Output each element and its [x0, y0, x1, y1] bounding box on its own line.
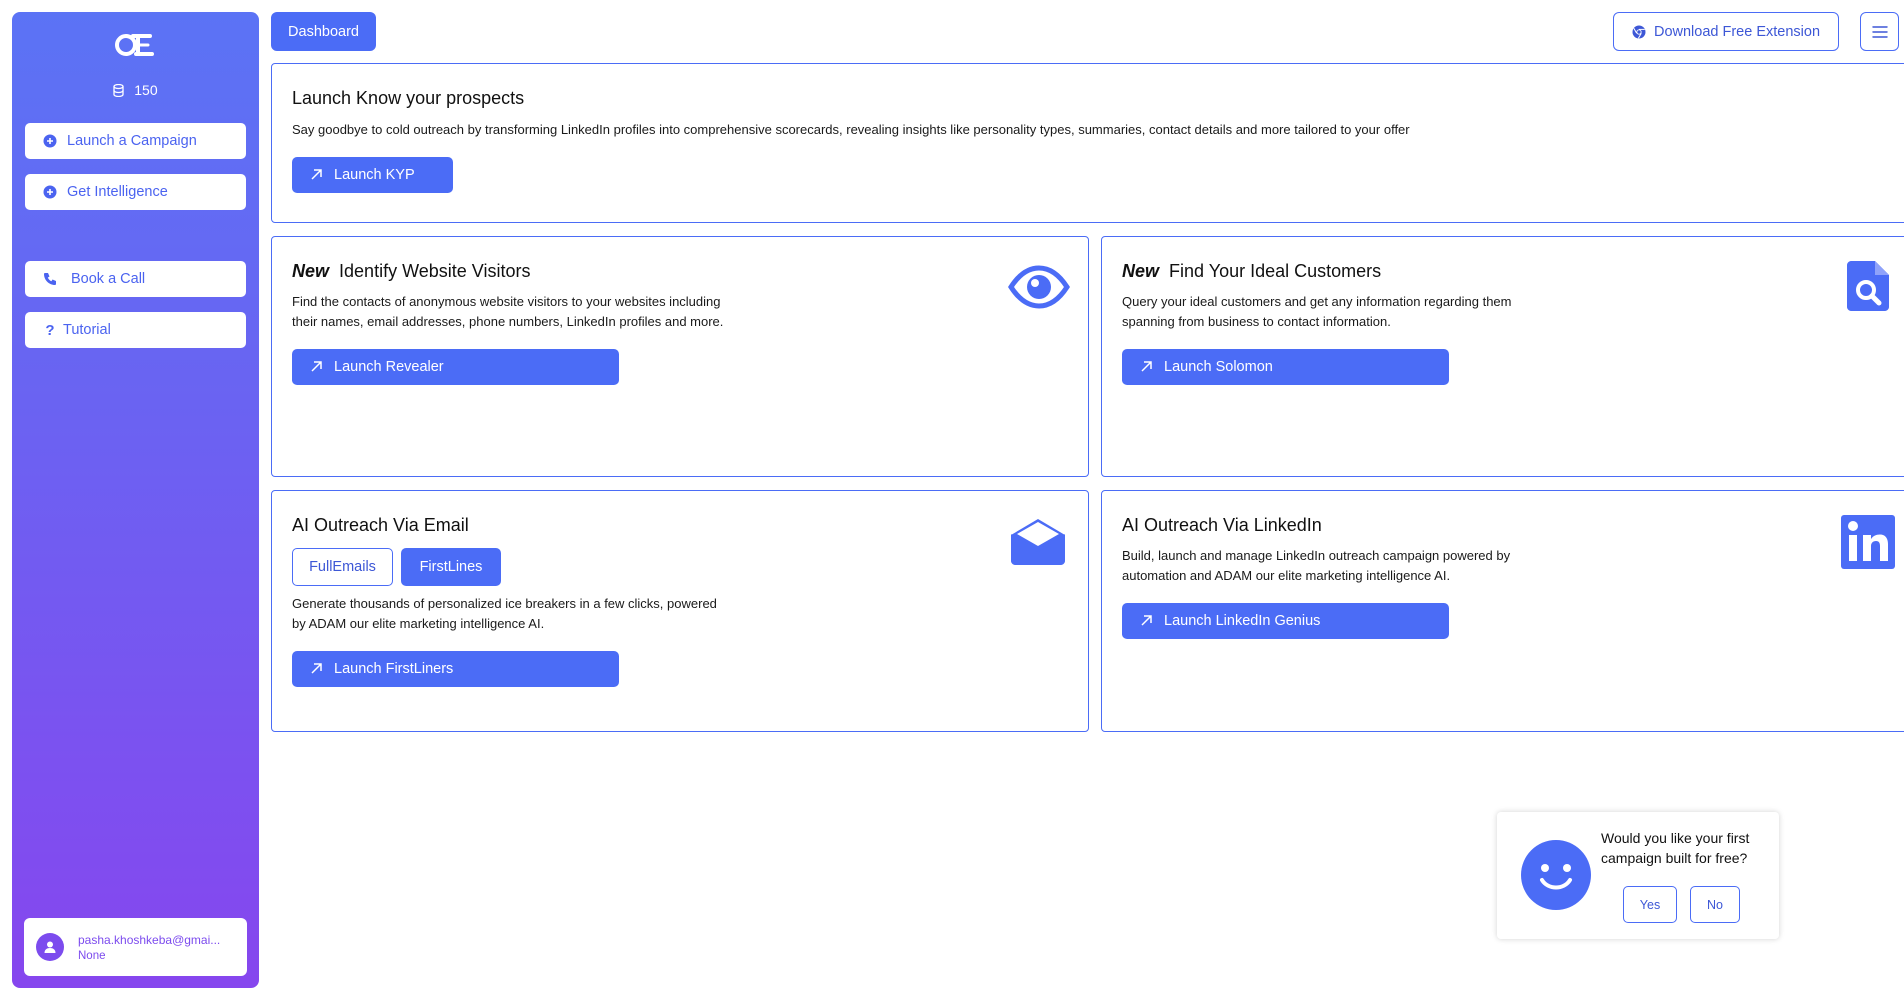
launch-firstliners-label: Launch FirstLiners	[334, 661, 454, 677]
website-visitors-title-text: Identify Website Visitors	[339, 261, 531, 281]
launch-firstliners-button[interactable]: Launch FirstLiners	[292, 651, 619, 687]
envelope-open-icon	[1011, 519, 1065, 565]
launch-linkedin-genius-button[interactable]: Launch LinkedIn Genius	[1122, 603, 1449, 639]
menu-button[interactable]	[1860, 12, 1899, 51]
launch-kyp-button[interactable]: Launch KYP	[292, 157, 453, 193]
smiley-face-icon	[1521, 840, 1591, 910]
app-logo-icon[interactable]	[114, 30, 156, 60]
linkedin-outreach-desc-line1: Build, launch and manage LinkedIn outrea…	[1122, 548, 1511, 563]
tutorial-label: Tutorial	[63, 322, 111, 338]
get-intelligence-button[interactable]: Get Intelligence	[25, 174, 246, 210]
launch-campaign-button[interactable]: Launch a Campaign	[25, 123, 246, 159]
book-call-button[interactable]: Book a Call	[25, 261, 246, 297]
arrow-up-right-icon	[311, 361, 322, 372]
credits-counter: 150	[12, 82, 259, 98]
arrow-up-right-icon	[311, 663, 322, 674]
linkedin-outreach-title: AI Outreach Via LinkedIn	[1122, 515, 1322, 535]
ideal-customers-card: New Find Your Ideal Customers Query your…	[1101, 236, 1904, 477]
ideal-customers-title-text: Find Your Ideal Customers	[1169, 261, 1382, 281]
user-icon	[44, 941, 56, 953]
website-visitors-title: New Identify Website Visitors	[292, 261, 530, 282]
file-search-icon	[1847, 261, 1889, 311]
launch-linkedin-genius-label: Launch LinkedIn Genius	[1164, 613, 1321, 629]
email-outreach-desc-line1: Generate thousands of personalized ice b…	[292, 596, 717, 611]
user-email: pasha.khoshkeba@gmai...	[78, 932, 221, 947]
credits-value: 150	[134, 82, 158, 98]
tutorial-button[interactable]: ? Tutorial	[25, 312, 246, 348]
avatar	[36, 933, 64, 961]
new-badge: New	[1122, 261, 1160, 281]
arrow-up-right-icon	[1141, 361, 1152, 372]
ideal-customers-description: Query your ideal customers and get any i…	[1122, 292, 1511, 332]
website-visitors-desc-line2: their names, email addresses, phone numb…	[292, 314, 724, 329]
website-visitors-description: Find the contacts of anonymous website v…	[292, 292, 723, 332]
linkedin-outreach-desc-line2: automation and ADAM our elite marketing …	[1122, 568, 1451, 583]
linkedin-outreach-description: Build, launch and manage LinkedIn outrea…	[1122, 546, 1510, 586]
ideal-customers-title: New Find Your Ideal Customers	[1122, 261, 1381, 282]
user-profile-card[interactable]: pasha.khoshkeba@gmai... None	[24, 918, 247, 976]
ideal-customers-desc-line2: spanning from business to contact inform…	[1122, 314, 1391, 329]
linkedin-icon	[1841, 515, 1895, 569]
popup-yes-button[interactable]: Yes	[1623, 886, 1677, 923]
phone-icon	[43, 272, 57, 286]
kyp-title: Launch Know your prospects	[292, 88, 525, 108]
chrome-icon	[1632, 25, 1646, 39]
fullemails-toggle[interactable]: FullEmails	[292, 548, 393, 586]
launch-campaign-label: Launch a Campaign	[67, 133, 197, 149]
get-intelligence-label: Get Intelligence	[67, 184, 168, 200]
launch-solomon-label: Launch Solomon	[1164, 359, 1273, 375]
eye-icon	[1008, 265, 1070, 309]
email-outreach-title: AI Outreach Via Email	[292, 515, 469, 535]
dashboard-button[interactable]: Dashboard	[271, 12, 376, 51]
launch-revealer-label: Launch Revealer	[334, 359, 444, 375]
arrow-up-right-icon	[1141, 615, 1152, 626]
sidebar: 150 Launch a Campaign Get Intelligence B…	[12, 12, 259, 988]
new-badge: New	[292, 261, 330, 281]
question-icon: ?	[45, 321, 55, 339]
popup-question: Would you like your first campaign built…	[1601, 830, 1750, 866]
hamburger-icon	[1871, 25, 1888, 38]
free-campaign-popup: Would you like your first campaign built…	[1497, 812, 1779, 939]
email-outreach-card: AI Outreach Via Email FullEmails FirstLi…	[271, 490, 1089, 732]
book-call-label: Book a Call	[71, 271, 146, 287]
database-icon	[113, 84, 125, 97]
arrow-up-right-icon	[311, 169, 322, 180]
launch-revealer-button[interactable]: Launch Revealer	[292, 349, 619, 385]
popup-no-button[interactable]: No	[1690, 886, 1740, 923]
user-plan: None	[78, 949, 106, 962]
kyp-card: Launch Know your prospects Say goodbye t…	[271, 63, 1904, 223]
download-extension-label: Download Free Extension	[1653, 23, 1821, 40]
website-visitors-card: New Identify Website Visitors Find the c…	[271, 236, 1089, 477]
launch-solomon-button[interactable]: Launch Solomon	[1122, 349, 1449, 385]
firstlines-toggle[interactable]: FirstLines	[401, 548, 501, 586]
download-extension-button[interactable]: Download Free Extension	[1613, 12, 1839, 51]
plus-circle-icon	[43, 134, 57, 148]
ideal-customers-desc-line1: Query your ideal customers and get any i…	[1122, 294, 1512, 309]
email-outreach-desc-line2: by ADAM our elite marketing intelligence…	[292, 616, 545, 631]
plus-circle-icon	[43, 185, 57, 199]
linkedin-outreach-card: AI Outreach Via LinkedIn Build, launch a…	[1101, 490, 1904, 732]
kyp-description: Say goodbye to cold outreach by transfor…	[292, 122, 1410, 137]
website-visitors-desc-line1: Find the contacts of anonymous website v…	[292, 294, 721, 309]
launch-kyp-label: Launch KYP	[334, 167, 415, 183]
email-outreach-description: Generate thousands of personalized ice b…	[292, 594, 717, 634]
